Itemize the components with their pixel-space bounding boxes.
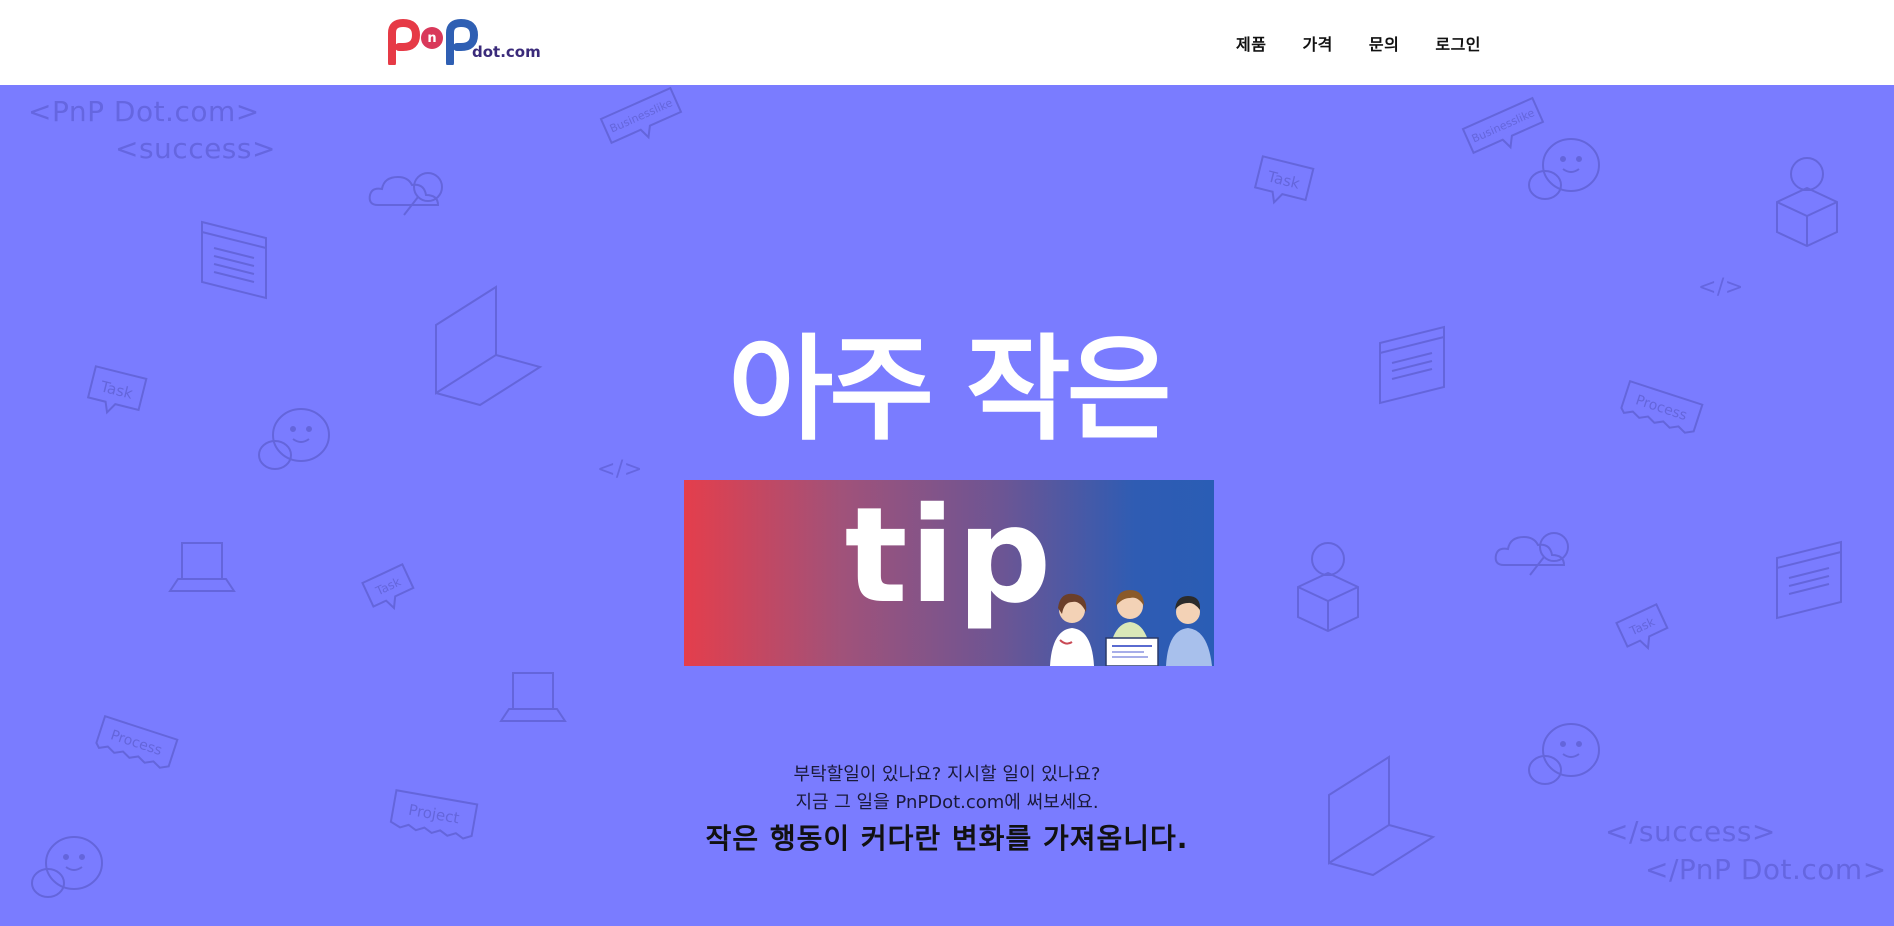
nav-pricing-link[interactable]: 가격: [1302, 31, 1332, 55]
laptop-icon: [432, 285, 544, 407]
cloud-search-icon: [1494, 525, 1580, 585]
browser-window-icon: [1775, 540, 1843, 620]
hero-subtext-1: 부탁할일이 있나요? 지시할 일이 있나요?: [793, 764, 1101, 785]
tip-banner: tip: [684, 480, 1214, 666]
task-tag-icon: Task: [83, 364, 148, 422]
lightbulb-box-icon: [1765, 150, 1851, 250]
chat-bubbles-icon: [255, 405, 335, 475]
hero-headline: 아주 작은: [728, 323, 1171, 456]
browser-window-icon: [1378, 325, 1446, 405]
bg-tag-open-success: <success>: [115, 132, 276, 165]
team-illustration: [1044, 590, 1214, 666]
logo-mark-icon: n dot.com: [388, 18, 541, 67]
svg-text:Task: Task: [1265, 167, 1302, 193]
chat-bubbles-icon: [1525, 135, 1605, 205]
task-tag-icon: Task: [360, 562, 420, 619]
businesslike-tag-icon: Businesslike: [598, 85, 687, 154]
svg-text:Task: Task: [98, 377, 135, 403]
nav-contact-link[interactable]: 문의: [1369, 31, 1399, 55]
hero-tagline: 작은 행동이 커다란 변화를 가져옵니다.: [705, 822, 1189, 855]
pnp-logo[interactable]: n dot.com: [388, 18, 548, 67]
main-nav: 제품 가격 문의 로그인: [1236, 30, 1481, 56]
bg-code-glyph: </>: [597, 457, 643, 482]
cloud-search-icon: [368, 165, 454, 225]
nav-product-link[interactable]: 제품: [1236, 31, 1266, 55]
hero-subtext-2: 지금 그 일을 PnPDot.com에 써보세요.: [795, 792, 1099, 813]
site-header: n dot.com 제품 가격 문의 로그인: [0, 0, 1894, 85]
lightbulb-box-icon: [1286, 535, 1372, 635]
hero-section: <PnP Dot.com> <success> </success> </PnP…: [0, 85, 1894, 926]
svg-text:n: n: [427, 31, 436, 46]
nav-login-link[interactable]: 로그인: [1435, 31, 1481, 55]
task-tag-icon: Task: [1614, 602, 1674, 659]
laptop-icon: [166, 535, 236, 605]
process-tag-icon: Process: [1615, 379, 1705, 446]
bg-tag-close-site: </PnP Dot.com>: [1645, 853, 1887, 886]
browser-window-icon: [200, 220, 268, 300]
bg-tag-open-site: <PnP Dot.com>: [28, 95, 260, 128]
task-tag-icon: Task: [1250, 154, 1315, 212]
logo-suffix: dot.com: [472, 43, 541, 61]
laptop-icon: [497, 665, 567, 735]
bg-code-glyph: </>: [1698, 275, 1744, 300]
